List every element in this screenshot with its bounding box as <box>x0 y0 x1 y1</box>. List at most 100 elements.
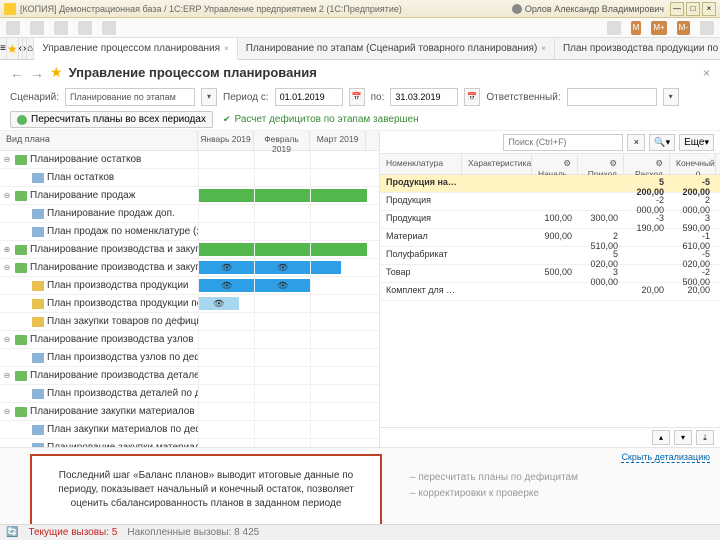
expand-icon[interactable]: ⊕ <box>2 245 12 254</box>
col-characteristic[interactable]: Характеристика <box>462 154 532 174</box>
expand-icon[interactable]: ⊖ <box>2 335 12 344</box>
gantt-cell[interactable] <box>198 331 254 348</box>
responsible-input[interactable] <box>567 88 657 106</box>
plan-row[interactable]: ⊖Планирование производства и закупки тов… <box>0 259 379 277</box>
gantt-cell[interactable]: 👁 <box>198 259 254 276</box>
expand-icon[interactable]: ⊖ <box>2 155 12 164</box>
gantt-cell[interactable] <box>254 223 310 240</box>
close-icon[interactable]: × <box>541 44 546 53</box>
gantt-cell[interactable] <box>198 367 254 384</box>
gantt-cell[interactable] <box>198 169 254 186</box>
gantt-cell[interactable] <box>310 169 366 186</box>
gantt-cell[interactable] <box>310 313 366 330</box>
gantt-cell[interactable] <box>310 403 366 420</box>
gantt-cell[interactable] <box>310 385 366 402</box>
gantt-cell[interactable] <box>310 439 366 447</box>
plan-row[interactable]: План производства деталей по дефициту <box>0 385 379 403</box>
scenario-select[interactable]: Планирование по этапам <box>65 88 195 106</box>
col-month-2[interactable]: Февраль 2019 <box>254 131 310 150</box>
recalc-button[interactable]: Пересчитать планы во всех периодах <box>10 111 213 128</box>
find-button[interactable]: 🔍▾ <box>649 134 675 151</box>
scroll-down-icon[interactable]: ▾ <box>674 430 692 445</box>
favorite-icon[interactable]: ★ <box>50 64 63 81</box>
gantt-cell[interactable] <box>198 205 254 222</box>
gantt-cell[interactable] <box>198 187 254 204</box>
scroll-end-icon[interactable]: ⤓ <box>696 430 714 445</box>
gantt-cell[interactable] <box>310 223 366 240</box>
maximize-button[interactable]: □ <box>686 2 700 16</box>
close-window-button[interactable]: × <box>702 2 716 16</box>
gantt-cell[interactable] <box>198 439 254 447</box>
gantt-cell[interactable] <box>198 151 254 168</box>
gantt-cell[interactable] <box>310 295 366 312</box>
gantt-cell[interactable]: 👁 <box>254 259 310 276</box>
calendar-icon[interactable]: 📅 <box>349 88 365 106</box>
gantt-cell[interactable] <box>310 259 366 276</box>
tab-production-plan[interactable]: План производства продукции по дефициту … <box>555 38 720 59</box>
responsible-picker-icon[interactable]: ▾ <box>663 88 679 106</box>
nav-star-icon[interactable]: ★ <box>7 38 19 59</box>
hide-detail-link[interactable]: Скрыть детализацию <box>621 452 710 463</box>
calendar-icon[interactable]: 📅 <box>464 88 480 106</box>
plan-row[interactable]: Планирование закупки материалов вручную <box>0 439 379 447</box>
nav-menu-icon[interactable]: ≡ <box>0 38 7 59</box>
col-initial[interactable]: ⚙ Началь… <box>532 154 578 174</box>
gantt-cell[interactable] <box>254 187 310 204</box>
gantt-cell[interactable] <box>310 241 366 258</box>
gantt-cell[interactable] <box>198 313 254 330</box>
plan-row[interactable]: План продаж по номенклатуре (зам. по ист… <box>0 223 379 241</box>
gantt-cell[interactable] <box>198 223 254 240</box>
col-plan-type[interactable]: Вид плана <box>0 131 198 150</box>
plan-row[interactable]: План закупки товаров по дефициту <box>0 313 379 331</box>
tab-stage-planning[interactable]: Планирование по этапам (Сценарий товарно… <box>238 38 555 59</box>
table-row[interactable]: Продукция100,00300,00-3 190,003 590,00 <box>380 211 720 229</box>
gantt-cell[interactable]: 👁 <box>254 277 310 294</box>
gantt-cell[interactable] <box>198 241 254 258</box>
expand-icon[interactable]: ⊖ <box>2 263 12 272</box>
gantt-cell[interactable]: 👁 <box>198 277 254 294</box>
date-from-input[interactable] <box>275 88 343 106</box>
col-expense[interactable]: ⚙ Расход <box>624 154 670 174</box>
plan-row[interactable]: ⊖Планирование производства деталей <box>0 367 379 385</box>
more-button[interactable]: Еще▾ <box>679 134 714 151</box>
plan-row[interactable]: ⊖Планирование производства узлов <box>0 331 379 349</box>
gantt-cell[interactable] <box>254 367 310 384</box>
gantt-cell[interactable] <box>310 349 366 366</box>
date-to-input[interactable] <box>390 88 458 106</box>
table-row[interactable]: Товар500,003 000,00-2 500,00 <box>380 265 720 283</box>
expand-icon[interactable]: ⊖ <box>2 371 12 380</box>
gantt-cell[interactable] <box>254 385 310 402</box>
gantt-cell[interactable] <box>310 205 366 222</box>
plan-row[interactable]: План остатков <box>0 169 379 187</box>
toolbar-icon[interactable] <box>78 21 92 35</box>
user-label[interactable]: Орлов Александр Владимирович <box>512 4 664 14</box>
tab-planning-process[interactable]: Управление процессом планирования× <box>34 38 237 60</box>
gantt-cell[interactable] <box>198 403 254 420</box>
fwd-icon[interactable]: → <box>30 65 44 81</box>
plan-row[interactable]: ⊖Планирование остатков <box>0 151 379 169</box>
plan-row[interactable]: План производства продукции👁👁 <box>0 277 379 295</box>
search-button[interactable]: × <box>627 134 645 151</box>
scenario-clear-icon[interactable]: ▾ <box>201 88 217 106</box>
table-row[interactable]: Продукция на…5 200,00-5 200,00 <box>380 175 720 193</box>
gantt-cell[interactable] <box>254 313 310 330</box>
m-minus-icon[interactable]: M- <box>677 21 690 35</box>
gantt-cell[interactable] <box>254 241 310 258</box>
expand-icon[interactable]: ⊖ <box>2 191 12 200</box>
search-input[interactable] <box>503 134 623 151</box>
toolbar-icon[interactable] <box>700 21 714 35</box>
gantt-cell[interactable] <box>254 295 310 312</box>
plan-row[interactable]: План производства узлов по дефициту <box>0 349 379 367</box>
toolbar-icon[interactable] <box>30 21 44 35</box>
gantt-cell[interactable] <box>254 151 310 168</box>
gantt-cell[interactable] <box>310 421 366 438</box>
gantt-cell[interactable] <box>310 277 366 294</box>
page-close-icon[interactable]: × <box>703 66 710 80</box>
nav-home-icon[interactable]: ⌂ <box>27 38 34 59</box>
col-month-3[interactable]: Март 2019 <box>310 131 366 150</box>
gantt-cell[interactable] <box>198 385 254 402</box>
toolbar-icon[interactable] <box>54 21 68 35</box>
m-icon[interactable]: M <box>631 21 642 35</box>
close-icon[interactable]: × <box>224 44 229 53</box>
gantt-cell[interactable] <box>254 403 310 420</box>
